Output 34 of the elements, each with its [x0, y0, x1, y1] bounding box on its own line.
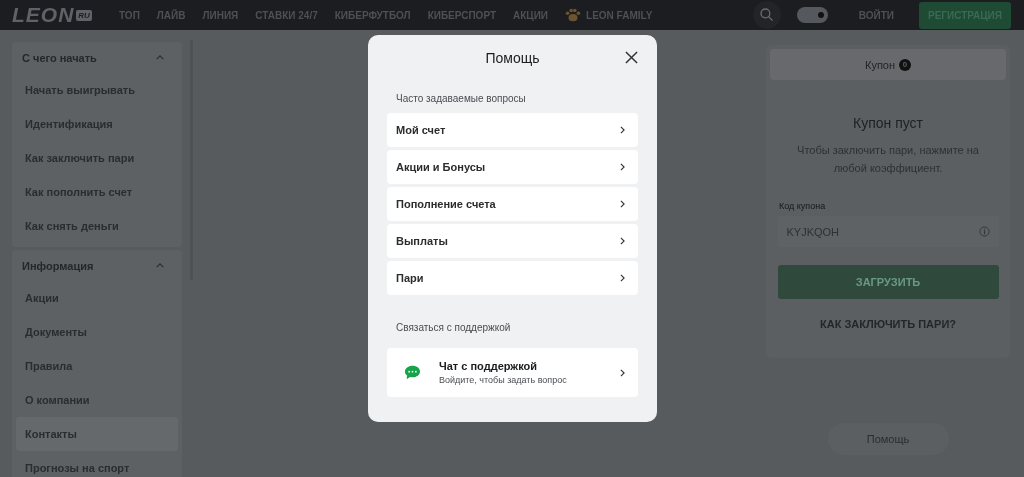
chevron-right-icon — [620, 126, 625, 134]
section-title[interactable]: Информация — [22, 259, 94, 272]
chevron-right-icon — [620, 237, 625, 245]
chevron-icon[interactable] — [156, 263, 164, 268]
faq-item[interactable]: Пополнение счета — [387, 187, 638, 221]
faq-item[interactable]: Мой счет — [387, 113, 638, 147]
coupon-tab[interactable]: Купон 0 — [770, 49, 1006, 80]
section-label: Часто задаваемые вопросы — [396, 93, 527, 104]
support-chat-item[interactable]: Чат с поддержкой Войдите, чтобы задать вопрос — [387, 348, 638, 397]
info-icon — [978, 226, 990, 237]
chevron-right-icon — [620, 274, 625, 282]
theme-toggle[interactable] — [796, 7, 828, 23]
faq-item[interactable]: Выплаты — [387, 224, 638, 258]
chat-title: Чат с поддержкой — [439, 360, 538, 372]
chat-subtitle: Войдите, чтобы задать вопрос — [439, 375, 568, 385]
faq-item[interactable]: Пари — [387, 261, 638, 295]
chevron-right-icon — [620, 163, 625, 171]
coupon-title: Купон пуст — [853, 115, 923, 131]
load-button[interactable]: ЗАГРУЗИТЬ — [777, 265, 999, 299]
paw-icon — [564, 6, 583, 24]
search-button[interactable] — [752, 1, 781, 29]
chevron-right-icon — [620, 200, 625, 208]
field-label: Код купона — [779, 201, 826, 211]
section-title[interactable]: С чего начать — [22, 51, 97, 64]
section-label: Связаться с поддержкой — [396, 322, 512, 333]
close-button[interactable] — [625, 51, 639, 65]
sidebar-item[interactable]: Контакты — [16, 417, 178, 451]
chevron-icon[interactable] — [156, 55, 164, 60]
chevron-right-icon — [620, 368, 625, 377]
dialog-title: Помощь — [485, 50, 540, 66]
chat-bubble-icon — [404, 365, 421, 380]
search-icon — [758, 7, 775, 23]
faq-item[interactable]: Акции и Бонусы — [387, 150, 638, 184]
how-to-bet-link[interactable]: КАК ЗАКЛЮЧИТЬ ПАРИ? — [820, 318, 956, 330]
